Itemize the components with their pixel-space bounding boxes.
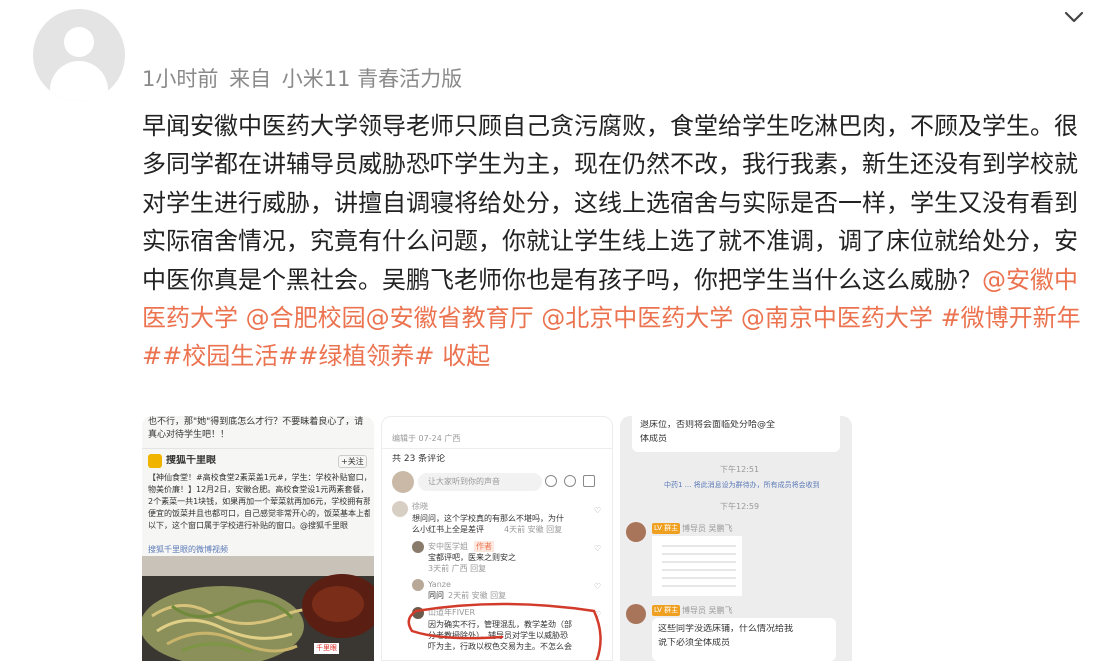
image-icon <box>583 475 595 487</box>
image-body-line: 物美价廉！】12月2日，安徽合肥。高校食堂设1元两素套餐， <box>148 485 369 494</box>
chat-time: 下午12:51 <box>720 465 760 474</box>
image-caption-text: 也不行，那"她"得到底怎么才行？不要昧着良心了，请真心对待学生吧！！ <box>148 417 364 440</box>
commenter-name: 安中医学姐 <box>428 542 468 551</box>
image-body-line: 以下，这个窗口属于学校进行补贴的窗口。@搜狐千里眼 <box>148 521 348 530</box>
avatar <box>392 471 414 493</box>
like-icon: ♡ <box>594 544 602 553</box>
comment-text: 么小红书上全是差评 <box>412 525 484 534</box>
avatar <box>626 604 646 624</box>
source-name: 搜狐千里眼 <box>166 455 216 466</box>
comment-count: 共 23 条评论 <box>392 454 446 464</box>
sender-name: 博导员 吴鹏飞 <box>682 606 733 615</box>
system-notice: 中药1 ... 将此消息设为群待办，所有成员将会收到 <box>664 481 820 489</box>
post-source-label: 来自 <box>229 67 272 91</box>
mention-link[interactable]: @北京中医药大学 <box>541 304 733 332</box>
post-body: 早闻安徽中医药大学领导老师只顾自己贪污腐败，食堂给学生吃淋巴肉，不顾及学生。很多… <box>142 107 1092 376</box>
source-logo-icon <box>148 454 162 468</box>
mention-link[interactable]: @南京中医药大学 <box>741 304 933 332</box>
chat-text: 说下必须全体成员 <box>658 638 731 648</box>
chevron-down-icon[interactable] <box>1060 6 1088 28</box>
hashtag-link[interactable]: #绿植领养# <box>298 342 434 370</box>
default-avatar-icon <box>64 27 94 57</box>
comment-meta: 3天前 广西 回复 <box>428 564 487 573</box>
avatar <box>626 522 646 542</box>
image-body-line: 【神仙食堂！#高校食堂2素菜盖1元#，学生：学校补贴窗口， <box>148 473 370 482</box>
post-image-3[interactable]: 退床位，否则将会面临处分哈@全 体成员 下午12:51 中药1 ... 将此消息… <box>620 416 852 661</box>
avatar-silhouette-body <box>50 61 108 101</box>
group-owner-tag: LV 群主 <box>652 523 681 534</box>
hashtag-link[interactable]: #校园生活# <box>162 342 298 370</box>
chat-text: 这些同学没选床铺，什么情况给我 <box>658 624 794 634</box>
post-body-text: 早闻安徽中医药大学领导老师只顾自己贪污腐败，食堂给学生吃淋巴肉，不顾及学生。很多… <box>142 112 1078 294</box>
post-meta: 1小时前 来自 小米11 青春活力版 <box>142 63 466 93</box>
post-time[interactable]: 1小时前 <box>142 67 218 91</box>
chat-time: 下午12:59 <box>720 502 760 511</box>
divider <box>142 448 374 449</box>
avatar <box>412 541 424 553</box>
image-body-line: 2个素菜一共1块钱，如果再加一个荤菜就再加6元，学校拥有那么 <box>148 497 370 506</box>
post-device: 小米11 青春活力版 <box>281 67 463 91</box>
collapse-link[interactable]: 收起 <box>442 342 490 370</box>
comment-text: 想问问，这个学校真的有那么不堪吗，为什 <box>412 514 564 523</box>
author-tag: 作者 <box>474 541 494 552</box>
like-icon: ♡ <box>594 582 602 591</box>
red-annotation-circle <box>407 602 602 660</box>
edit-info: 编辑于 07-24 广西 <box>392 434 461 443</box>
post-image-1[interactable]: 也不行，那"她"得到底怎么才行？不要昧着良心了，请真心对待学生吧！！ 搜狐千里眼… <box>142 416 374 661</box>
commenter-name: 徐晓 <box>412 502 428 511</box>
comment-input-placeholder: 让大家听到你的声音 <box>428 477 500 486</box>
mention-link[interactable]: @安徽省教育厅 <box>366 304 534 332</box>
spreadsheet-screenshot <box>652 536 742 596</box>
video-watermark: 千里眼 <box>314 643 339 654</box>
video-link: 搜狐千里眼的微博视频 <box>148 545 228 554</box>
comment-text: 宝都评吧，医来之则安之 <box>428 553 516 562</box>
chat-text: 体成员 <box>640 434 668 444</box>
user-avatar[interactable] <box>33 9 125 101</box>
food-photo <box>142 556 374 661</box>
like-icon: ♡ <box>594 506 602 515</box>
post-image-2[interactable]: 编辑于 07-24 广西 共 23 条评论 让大家听到你的声音 徐晓 想问问，这… <box>381 416 613 661</box>
follow-button: +关注 <box>338 455 367 468</box>
avatar <box>392 501 408 517</box>
commenter-name: Yanze <box>428 580 451 589</box>
avatar <box>412 579 424 591</box>
comment-meta: 4天前 安徽 回复 <box>504 525 563 534</box>
at-icon <box>545 475 557 487</box>
divider <box>382 448 612 449</box>
chat-text: 退床位，否则将会面临处分哈@全 <box>640 420 776 430</box>
sender-name: 博导员 吴鹏飞 <box>682 524 733 533</box>
mention-link[interactable]: @合肥校园 <box>246 304 366 332</box>
emoji-icon <box>564 475 576 487</box>
image-body-line: 便宜的饭菜并且也都可口，自己感觉非常开心的，饭菜基本上都是 <box>148 509 370 518</box>
group-owner-tag: LV 群主 <box>652 605 681 616</box>
